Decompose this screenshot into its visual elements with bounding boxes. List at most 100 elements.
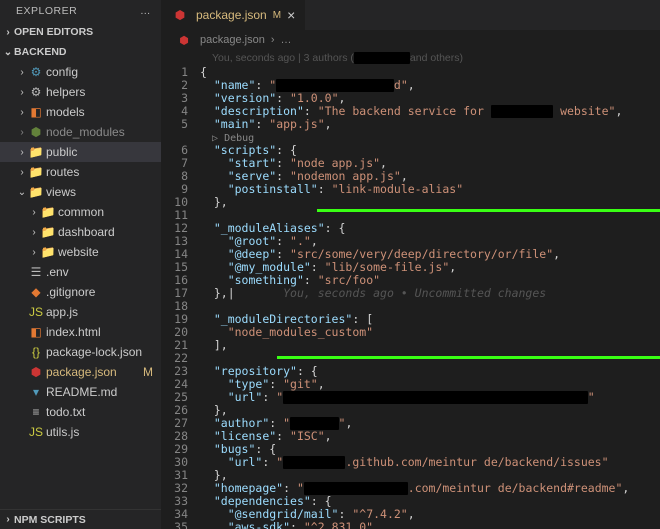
more-icon[interactable]: … bbox=[140, 5, 151, 17]
folder-website[interactable]: ›📁website bbox=[0, 242, 161, 262]
tree-label: website bbox=[58, 245, 99, 259]
folder-public[interactable]: ›📁public bbox=[0, 142, 161, 162]
code-line[interactable]: 5 "main": "app.js", bbox=[162, 118, 660, 131]
chevron-right-icon: › bbox=[28, 207, 40, 218]
config-icon: ⚙ bbox=[28, 65, 44, 79]
tree-label: package-lock.json bbox=[46, 345, 142, 359]
tree-label: app.js bbox=[46, 305, 78, 319]
code-line[interactable]: 25 "url": "gitthttps://github.com/meintu… bbox=[162, 391, 660, 404]
file-todo-txt[interactable]: ≡todo.txt bbox=[0, 402, 161, 422]
tree-label: common bbox=[58, 205, 104, 219]
breadcrumb-file: package.json bbox=[200, 34, 265, 46]
folder-icon: 📁 bbox=[40, 225, 56, 239]
code-line[interactable]: 21 ], bbox=[162, 339, 660, 352]
tree-label: todo.txt bbox=[46, 405, 85, 419]
chevron-down-icon: ⌄ bbox=[16, 187, 28, 198]
code-content: }, bbox=[200, 196, 228, 209]
explorer-header: EXPLORER … bbox=[0, 0, 161, 22]
file-utils-js[interactable]: JSutils.js bbox=[0, 422, 161, 442]
breadcrumb[interactable]: ⬢ package.json › … bbox=[162, 30, 660, 50]
code-content: "url": "gitthttps://github.com/meinturde… bbox=[200, 391, 595, 404]
npm-icon: ⬢ bbox=[176, 34, 192, 47]
tree-label: index.html bbox=[46, 325, 101, 339]
code-line[interactable]: 9 "postinstall": "link-module-alias" bbox=[162, 183, 660, 196]
txt-icon: ≡ bbox=[28, 405, 44, 419]
section-backend[interactable]: ⌄ BACKEND bbox=[0, 42, 161, 62]
folder-node-modules[interactable]: ›⬢node_modules bbox=[0, 122, 161, 142]
folder-helpers[interactable]: ›⚙helpers bbox=[0, 82, 161, 102]
js-icon: JS bbox=[28, 305, 44, 319]
file-package-json[interactable]: ⬢package.json M bbox=[0, 362, 161, 382]
file-tree[interactable]: ›⚙config›⚙helpers›◧models›⬢node_modules›… bbox=[0, 62, 161, 509]
file-readme-md[interactable]: ▾README.md bbox=[0, 382, 161, 402]
tree-label: utils.js bbox=[46, 425, 79, 439]
chevron-right-icon: › bbox=[271, 34, 275, 46]
section-open-editors[interactable]: › OPEN EDITORS bbox=[0, 22, 161, 42]
chevron-right-icon: › bbox=[16, 127, 28, 138]
modified-badge: M bbox=[143, 365, 153, 379]
folder-routes[interactable]: ›📁routes bbox=[0, 162, 161, 182]
html-icon: ◧ bbox=[28, 325, 44, 339]
code-editor[interactable]: 1{2 "name": "XXXXXXXXXXXXXXXXXd",3 "vers… bbox=[162, 66, 660, 529]
chevron-right-icon: › bbox=[28, 247, 40, 258]
file-app-js[interactable]: JSapp.js bbox=[0, 302, 161, 322]
close-icon[interactable]: × bbox=[287, 7, 295, 23]
line-number: 35 bbox=[162, 521, 200, 529]
code-line[interactable]: 10 }, bbox=[162, 196, 660, 209]
chevron-right-icon: › bbox=[16, 167, 28, 178]
folder-config[interactable]: ›⚙config bbox=[0, 62, 161, 82]
tab-label: package.json bbox=[196, 8, 267, 22]
line-number: 5 bbox=[162, 118, 200, 131]
tab-bar: ⬢ package.json M × bbox=[162, 0, 660, 30]
tree-label: package.json bbox=[46, 365, 117, 379]
tab-package-json[interactable]: ⬢ package.json M × bbox=[162, 0, 306, 30]
env-icon: ☰ bbox=[28, 265, 44, 279]
tree-label: models bbox=[46, 105, 85, 119]
explorer-title: EXPLORER bbox=[16, 5, 77, 17]
file--gitignore[interactable]: ◆.gitignore bbox=[0, 282, 161, 302]
js-icon: JS bbox=[28, 425, 44, 439]
folder-views[interactable]: ⌄📁views bbox=[0, 182, 161, 202]
file-package-lock-json[interactable]: {}package-lock.json bbox=[0, 342, 161, 362]
chevron-down-icon: ⌄ bbox=[2, 47, 14, 58]
json-icon: {} bbox=[28, 345, 44, 359]
chevron-right-icon: › bbox=[2, 514, 14, 525]
chevron-right-icon: › bbox=[28, 227, 40, 238]
file-index-html[interactable]: ◧index.html bbox=[0, 322, 161, 342]
section-npm-scripts[interactable]: › NPM SCRIPTS bbox=[0, 509, 161, 529]
chevron-right-icon: › bbox=[16, 87, 28, 98]
tree-label: .gitignore bbox=[46, 285, 95, 299]
gear-icon: ⚙ bbox=[28, 85, 44, 99]
breadcrumb-more: … bbox=[281, 34, 292, 46]
editor-pane: ⬢ package.json M × ⬢ package.json › … Yo… bbox=[162, 0, 660, 529]
folder-icon: 📁 bbox=[28, 185, 44, 199]
tab-dirty-badge: M bbox=[273, 10, 281, 21]
chevron-right-icon: › bbox=[16, 67, 28, 78]
code-line[interactable]: 30 "url": "XXXXXXXXX.github.com/meintur … bbox=[162, 456, 660, 469]
tree-label: routes bbox=[46, 165, 79, 179]
code-content: "aws-sdk": "^2.831.0", bbox=[200, 521, 380, 529]
code-line[interactable]: 20 "node_modules_custom" bbox=[162, 326, 660, 339]
tree-label: dashboard bbox=[58, 225, 115, 239]
tree-label: config bbox=[46, 65, 78, 79]
code-content: ], bbox=[200, 339, 228, 352]
tree-label: views bbox=[46, 185, 76, 199]
gitlens-blame: You, seconds ago | 3 authors (XXXXXXXX a… bbox=[162, 50, 660, 66]
tree-label: .env bbox=[46, 265, 69, 279]
chevron-right-icon: › bbox=[2, 27, 14, 38]
tree-label: README.md bbox=[46, 385, 117, 399]
md-icon: ▾ bbox=[28, 385, 44, 399]
node-icon: ⬢ bbox=[28, 125, 44, 139]
chevron-right-icon: › bbox=[16, 147, 28, 158]
file--env[interactable]: ☰.env bbox=[0, 262, 161, 282]
code-line[interactable]: 35 "aws-sdk": "^2.831.0", bbox=[162, 521, 660, 529]
code-line[interactable]: 17 },| You, seconds ago • Uncommitted ch… bbox=[162, 287, 660, 300]
folder-models[interactable]: ›◧models bbox=[0, 102, 161, 122]
code-content: "main": "app.js", bbox=[200, 118, 332, 131]
folder-common[interactable]: ›📁common bbox=[0, 202, 161, 222]
folder-dashboard[interactable]: ›📁dashboard bbox=[0, 222, 161, 242]
tree-label: public bbox=[46, 145, 77, 159]
folder-icon: 📁 bbox=[40, 245, 56, 259]
folder-icon: 📁 bbox=[28, 145, 44, 159]
npm-icon: ⬢ bbox=[28, 365, 44, 379]
